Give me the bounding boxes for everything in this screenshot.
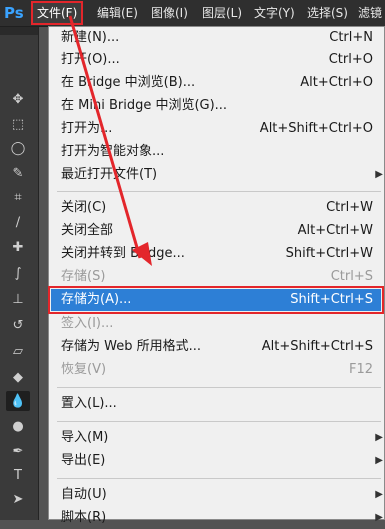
menu-separator (57, 191, 381, 192)
menu-item-check-in[interactable]: 签入(I)... (51, 313, 381, 335)
menu-item-scripts[interactable]: 脚本(R) ▶ (51, 507, 383, 529)
menu-item-open-as[interactable]: 打开为... Alt+Shift+Ctrl+O (51, 118, 381, 140)
menu-type[interactable]: 文字(Y) (250, 3, 299, 23)
move-icon[interactable]: ✥ (6, 89, 30, 109)
crop-icon[interactable]: ⌗ (6, 187, 30, 207)
brush-icon[interactable]: ∫ (6, 263, 30, 283)
marquee-icon[interactable]: ⬚ (6, 114, 30, 134)
blur-icon[interactable]: 💧 (6, 391, 30, 411)
menu-select[interactable]: 选择(S) (303, 3, 352, 23)
eyedropper-icon[interactable]: ∕ (6, 212, 30, 232)
menu-item-save-as[interactable]: 存储为(A)... Shift+Ctrl+S (48, 286, 384, 314)
menu-item-save[interactable]: 存储(S) Ctrl+S (51, 266, 381, 288)
menu-item-place[interactable]: 置入(L)... (51, 393, 381, 415)
file-menu-dropdown: 新建(N)... Ctrl+N 打开(O)... Ctrl+O 在 Bridge… (48, 26, 385, 525)
menu-item-revert[interactable]: 恢复(V) F12 (51, 359, 381, 381)
menubar: Ps 文件(F) 编辑(E) 图像(I) 图层(L) 文字(Y) 选择(S) 滤… (0, 0, 385, 27)
quick-select-icon[interactable]: ✎ (6, 163, 30, 183)
path-select-icon[interactable]: ➤ (6, 489, 30, 509)
menu-item-open-smart-object[interactable]: 打开为智能对象... (51, 141, 381, 163)
menu-item-automate[interactable]: 自动(U) ▶ (51, 484, 383, 506)
paint-bucket-icon[interactable]: ◆ (6, 367, 30, 387)
menu-item-close-all[interactable]: 关闭全部 Alt+Ctrl+W (51, 220, 381, 242)
healing-brush-icon[interactable]: ✚ (6, 237, 30, 257)
menu-item-save-for-web[interactable]: 存储为 Web 所用格式... Alt+Shift+Ctrl+S (51, 336, 381, 358)
menu-separator (57, 387, 381, 388)
pen-icon[interactable]: ✒ (6, 441, 30, 461)
menu-item-export[interactable]: 导出(E) ▶ (51, 450, 383, 472)
menu-filter[interactable]: 滤镜 (354, 3, 385, 23)
submenu-arrow-icon: ▶ (375, 512, 383, 523)
lasso-icon[interactable]: ◯ (6, 138, 30, 158)
eraser-icon[interactable]: ▱ (6, 341, 30, 361)
menu-item-recent-files[interactable]: 最近打开文件(T) ▶ (51, 164, 383, 186)
menu-item-close[interactable]: 关闭(C) Ctrl+W (51, 197, 381, 219)
type-icon[interactable]: T (6, 465, 30, 485)
menu-item-close-go-bridge[interactable]: 关闭并转到 Bridge... Shift+Ctrl+W (51, 243, 381, 265)
submenu-arrow-icon: ▶ (375, 432, 383, 443)
submenu-arrow-icon: ▶ (375, 455, 383, 466)
photoshop-logo: Ps (4, 4, 24, 22)
menu-file[interactable]: 文件(F) (30, 1, 84, 25)
toolbox-header[interactable] (0, 27, 38, 35)
menu-layer[interactable]: 图层(L) (198, 3, 246, 23)
menu-item-browse-mini-bridge[interactable]: 在 Mini Bridge 中浏览(G)... (51, 95, 381, 117)
menu-edit[interactable]: 编辑(E) (93, 3, 142, 23)
clone-stamp-icon[interactable]: ⊥ (6, 289, 30, 309)
dodge-icon[interactable]: ● (6, 416, 30, 436)
submenu-arrow-icon: ▶ (375, 169, 383, 180)
submenu-arrow-icon: ▶ (375, 489, 383, 500)
menu-item-new[interactable]: 新建(N)... Ctrl+N (51, 27, 381, 49)
menu-image[interactable]: 图像(I) (147, 3, 192, 23)
history-brush-icon[interactable]: ↺ (6, 315, 30, 335)
menu-separator (57, 421, 381, 422)
menu-item-browse-bridge[interactable]: 在 Bridge 中浏览(B)... Alt+Ctrl+O (51, 72, 381, 94)
toolbox: ✥ ⬚ ◯ ✎ ⌗ ∕ ✚ ∫ ⊥ ↺ ▱ ◆ 💧 ● ✒ T ➤ (0, 27, 39, 520)
menu-item-import[interactable]: 导入(M) ▶ (51, 427, 383, 449)
menu-separator (57, 478, 381, 479)
menu-item-open[interactable]: 打开(O)... Ctrl+O (51, 49, 381, 71)
